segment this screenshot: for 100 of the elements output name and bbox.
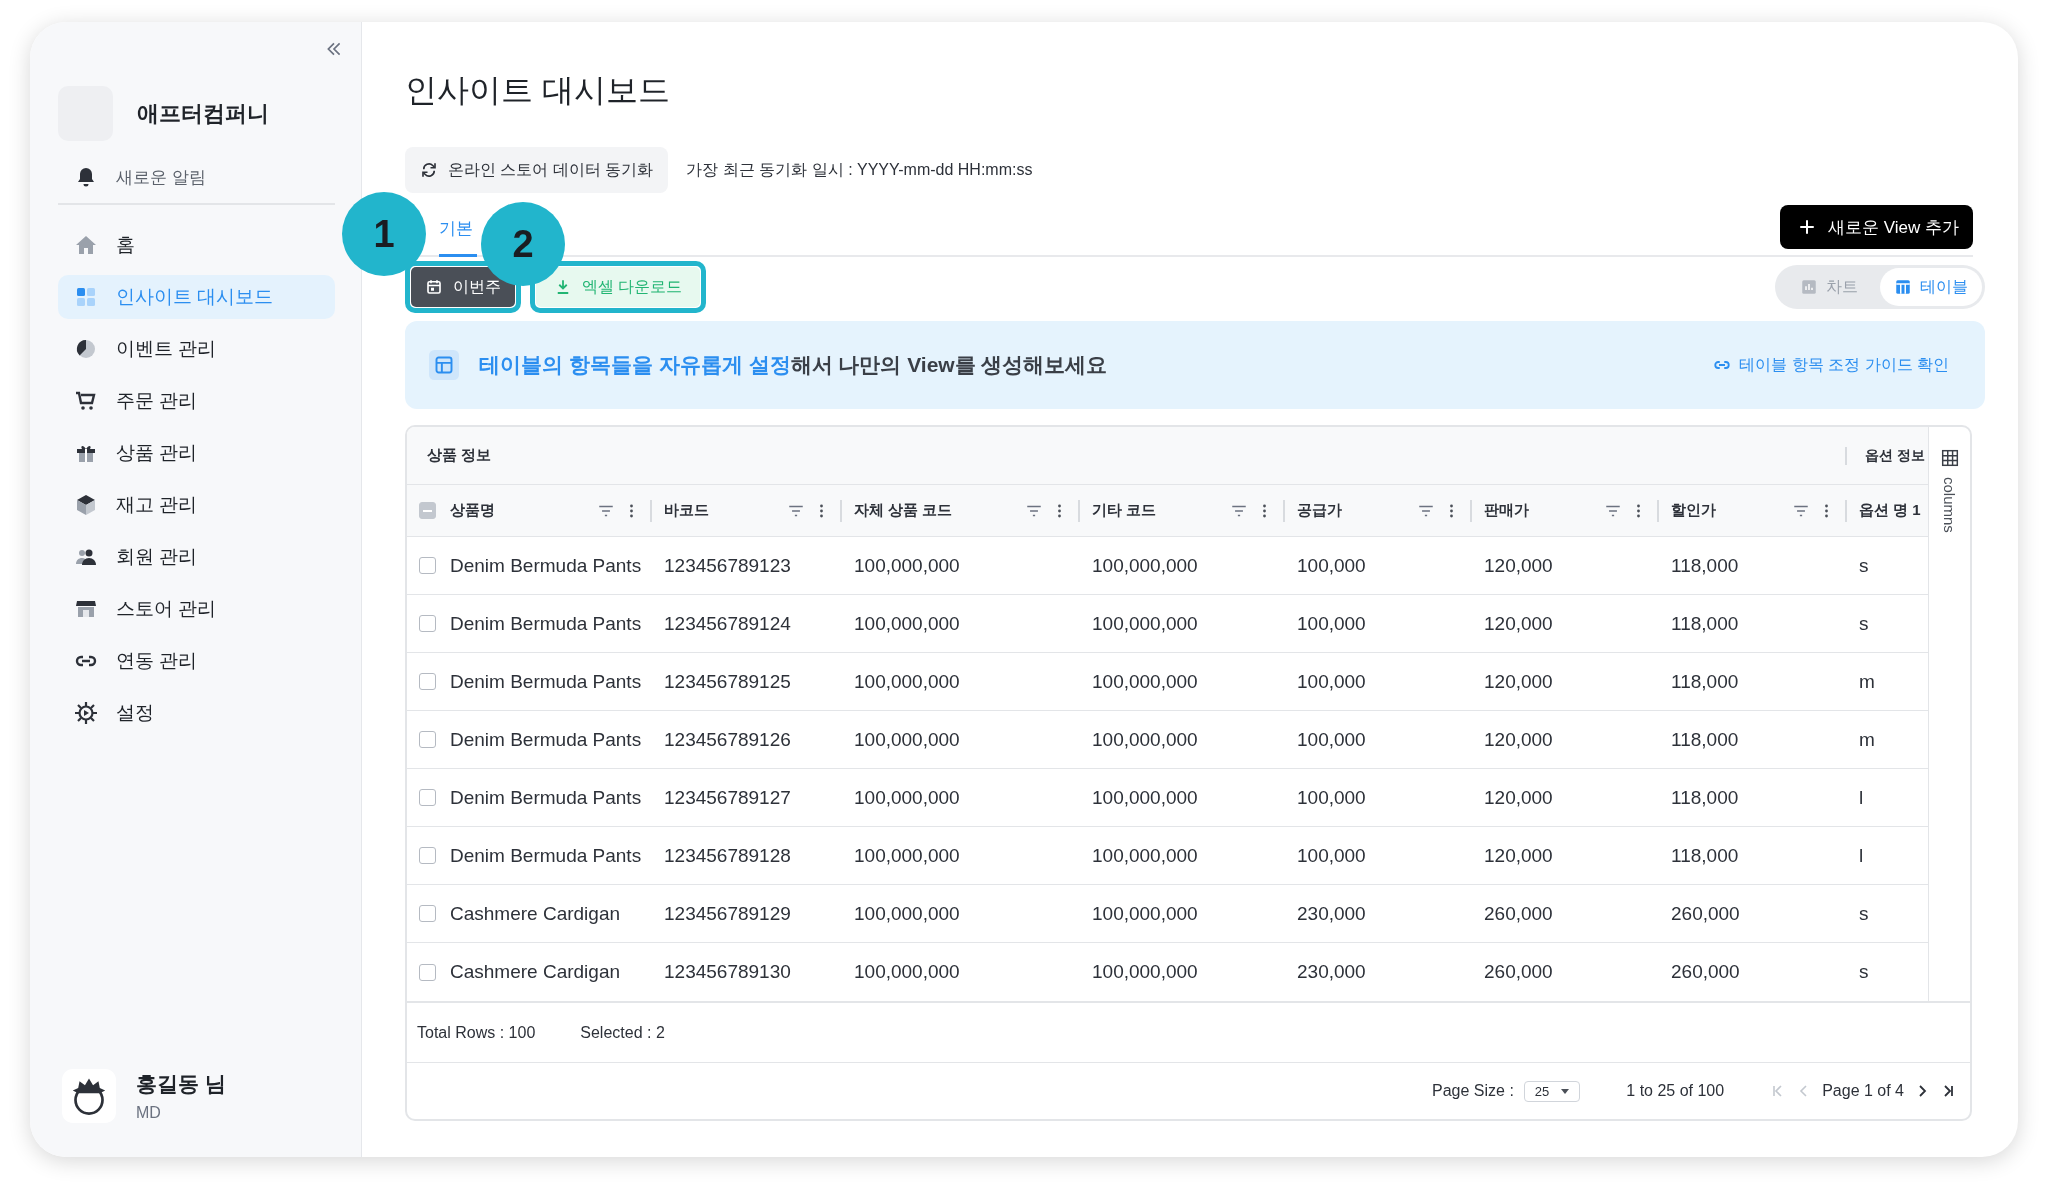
nav-item[interactable]: 재고 관리 xyxy=(58,483,335,527)
box-icon xyxy=(74,493,98,517)
table-cell: 100,000,000 xyxy=(854,670,960,693)
table-cell: 120,000 xyxy=(1484,844,1553,867)
banner-text: 테이블의 항목들을 자유롭게 설정해서 나만의 View를 생성해보세요 xyxy=(479,352,1108,378)
table-cell: 123456789125 xyxy=(664,670,791,693)
column-header[interactable]: 자체 상품 코드 xyxy=(854,501,1025,520)
table-cell: 230,000 xyxy=(1297,902,1366,925)
column-header[interactable]: 바코드 xyxy=(664,501,787,520)
row-checkbox[interactable] xyxy=(419,905,436,922)
table-cell: 123456789126 xyxy=(664,728,791,751)
nav-item[interactable]: 회원 관리 xyxy=(58,535,335,579)
refresh-icon xyxy=(420,161,438,179)
collapse-icon[interactable] xyxy=(325,40,343,58)
table-cell: 123456789128 xyxy=(664,844,791,867)
more-icon[interactable] xyxy=(1449,502,1454,519)
table-cell: 123456789129 xyxy=(664,902,791,925)
column-header[interactable]: 판매가 xyxy=(1484,501,1604,520)
nav-item[interactable]: 주문 관리 xyxy=(58,379,335,423)
nav-item[interactable]: 스토어 관리 xyxy=(58,587,335,631)
table-cell: 260,000 xyxy=(1671,902,1740,925)
table-cell: 123456789123 xyxy=(664,554,791,577)
table-cell: Denim Bermuda Pants xyxy=(450,554,642,577)
table-cell: 100,000,000 xyxy=(1092,612,1198,635)
select-all-checkbox[interactable] xyxy=(419,502,436,519)
page-indicator: Page 1 of 4 xyxy=(1822,1082,1904,1100)
more-icon[interactable] xyxy=(819,502,824,519)
column-header[interactable]: 기타 코드 xyxy=(1092,501,1230,520)
grid-icon[interactable] xyxy=(1940,449,1959,467)
pie-icon xyxy=(74,337,98,361)
row-checkbox[interactable] xyxy=(419,963,436,981)
user-role: MD xyxy=(136,1104,162,1122)
table-icon xyxy=(1894,278,1912,296)
column-group-header: 옵션 정보 xyxy=(1845,446,1925,465)
nav-item[interactable]: 설정 xyxy=(58,691,335,735)
row-checkbox[interactable] xyxy=(419,615,436,632)
row-checkbox[interactable] xyxy=(419,557,436,574)
nav-item[interactable]: 홈 xyxy=(58,223,335,267)
row-checkbox[interactable] xyxy=(419,789,436,806)
table-cell: 100,000,000 xyxy=(1092,844,1198,867)
nav-item[interactable]: 연동 관리 xyxy=(58,639,335,683)
more-icon[interactable] xyxy=(1824,502,1829,519)
user-name: 홍길동 님 xyxy=(136,1071,226,1097)
table-cell: 260,000 xyxy=(1484,902,1553,925)
table-cell: 100,000 xyxy=(1297,612,1366,635)
page-size-select[interactable]: 25 xyxy=(1523,1080,1581,1102)
table-cell: 120,000 xyxy=(1484,670,1553,693)
column-header[interactable]: 공급가 xyxy=(1297,501,1417,520)
table-cell: Denim Bermuda Pants xyxy=(450,670,642,693)
plus-icon xyxy=(1798,218,1816,236)
column-group-header: 상품 정보 xyxy=(427,446,492,465)
row-range-text: 1 to 25 of 100 xyxy=(1626,1082,1725,1100)
table-cell: 100,000,000 xyxy=(1092,786,1198,809)
new-view-button[interactable]: 새로운 View 추가 xyxy=(1780,205,1973,249)
sync-button[interactable]: 온라인 스토어 데이터 동기화 xyxy=(405,147,669,193)
page-title: 인사이트 대시보드 xyxy=(405,71,671,110)
table-cell: 123456789127 xyxy=(664,786,791,809)
table-cell: 120,000 xyxy=(1484,612,1553,635)
table-cell: m xyxy=(1859,728,1875,751)
nav-item[interactable]: 이벤트 관리 xyxy=(58,327,335,371)
cart-icon xyxy=(74,389,98,413)
notification-item[interactable]: 새로운 알림 xyxy=(58,151,335,205)
total-rows-text: Total Rows : 100 xyxy=(417,1023,536,1042)
column-header[interactable]: 할인가 xyxy=(1671,501,1792,520)
table-cell: 260,000 xyxy=(1484,961,1553,983)
caret-icon xyxy=(1561,1088,1570,1094)
table-cell: 120,000 xyxy=(1484,786,1553,809)
table-cell: 100,000,000 xyxy=(1092,670,1198,693)
columns-panel-tab[interactable]: columns xyxy=(1941,477,1958,533)
table-cell: 118,000 xyxy=(1671,728,1739,751)
table-cell: 118,000 xyxy=(1671,670,1739,693)
table-cell: 230,000 xyxy=(1297,961,1366,983)
table-cell: 100,000,000 xyxy=(1092,902,1198,925)
table-cell: 118,000 xyxy=(1671,554,1739,577)
table-cell: 100,000,000 xyxy=(854,844,960,867)
table-cell: 260,000 xyxy=(1671,961,1740,983)
more-icon[interactable] xyxy=(1636,502,1641,519)
row-checkbox[interactable] xyxy=(419,673,436,690)
table-cell: s xyxy=(1859,612,1869,635)
table-cell: Denim Bermuda Pants xyxy=(450,612,642,635)
column-header[interactable]: 옵션 명 1 xyxy=(1859,501,1930,520)
table-cell: 100,000,000 xyxy=(854,728,960,751)
grid-icon xyxy=(74,285,98,309)
table-cell: l xyxy=(1859,786,1864,809)
avatar-icon xyxy=(62,1069,116,1123)
column-header[interactable]: 상품명 xyxy=(450,501,597,520)
row-checkbox[interactable] xyxy=(419,847,436,864)
home-icon xyxy=(74,233,98,257)
selected-count-text: Selected : 2 xyxy=(580,1023,665,1042)
page-size-label: Page Size : xyxy=(1432,1082,1514,1100)
calendar-icon xyxy=(425,278,443,296)
more-icon[interactable] xyxy=(1057,502,1062,519)
nav-item[interactable]: 상품 관리 xyxy=(58,431,335,475)
table-cell: Cashmere Cardigan xyxy=(450,961,621,983)
more-icon[interactable] xyxy=(1262,502,1267,519)
more-icon[interactable] xyxy=(629,502,634,519)
table-cell: 118,000 xyxy=(1671,844,1739,867)
table-cell: 100,000,000 xyxy=(1092,961,1198,983)
row-checkbox[interactable] xyxy=(419,731,436,748)
table-cell: Denim Bermuda Pants xyxy=(450,844,642,867)
